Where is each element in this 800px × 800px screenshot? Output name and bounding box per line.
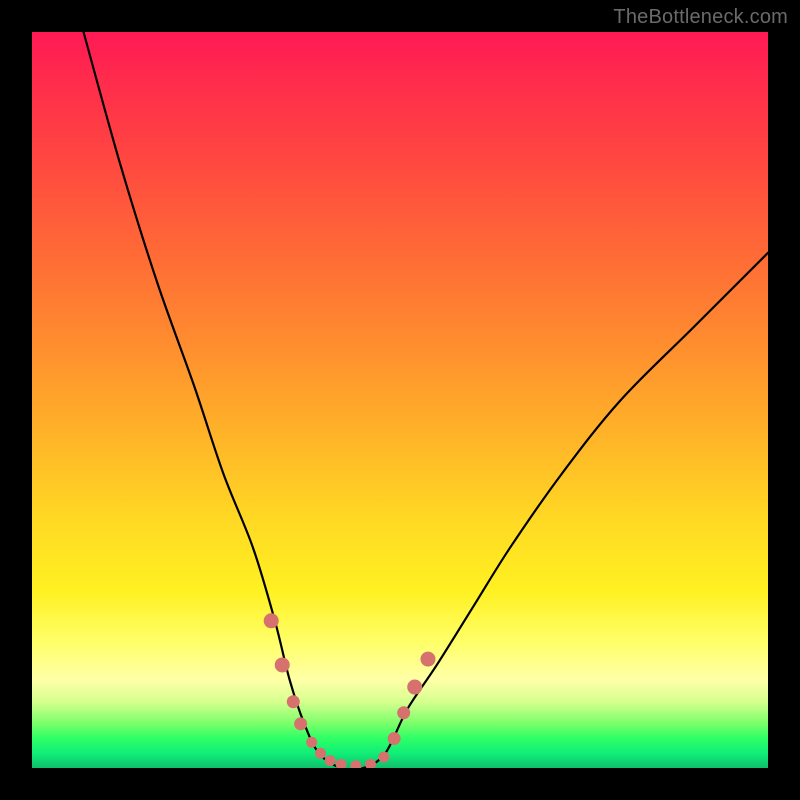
chart-svg <box>32 32 768 768</box>
curve-marker <box>294 717 307 730</box>
curve-marker <box>420 652 435 667</box>
curve-marker <box>397 706 410 719</box>
curve-marker <box>315 748 326 759</box>
marker-group <box>264 613 436 768</box>
curve-marker <box>287 695 300 708</box>
curve-marker <box>350 760 361 768</box>
curve-marker <box>365 759 376 768</box>
watermark-text: TheBottleneck.com <box>613 6 788 29</box>
curve-marker <box>264 613 279 628</box>
outer-frame: TheBottleneck.com <box>0 0 800 800</box>
curve-marker <box>407 680 422 695</box>
curve-marker <box>336 759 347 768</box>
curve-marker <box>306 737 317 748</box>
plot-area <box>32 32 768 768</box>
curve-marker <box>325 755 336 766</box>
curve-marker <box>388 732 401 745</box>
curve-marker <box>378 751 389 762</box>
curve-marker <box>275 657 290 672</box>
